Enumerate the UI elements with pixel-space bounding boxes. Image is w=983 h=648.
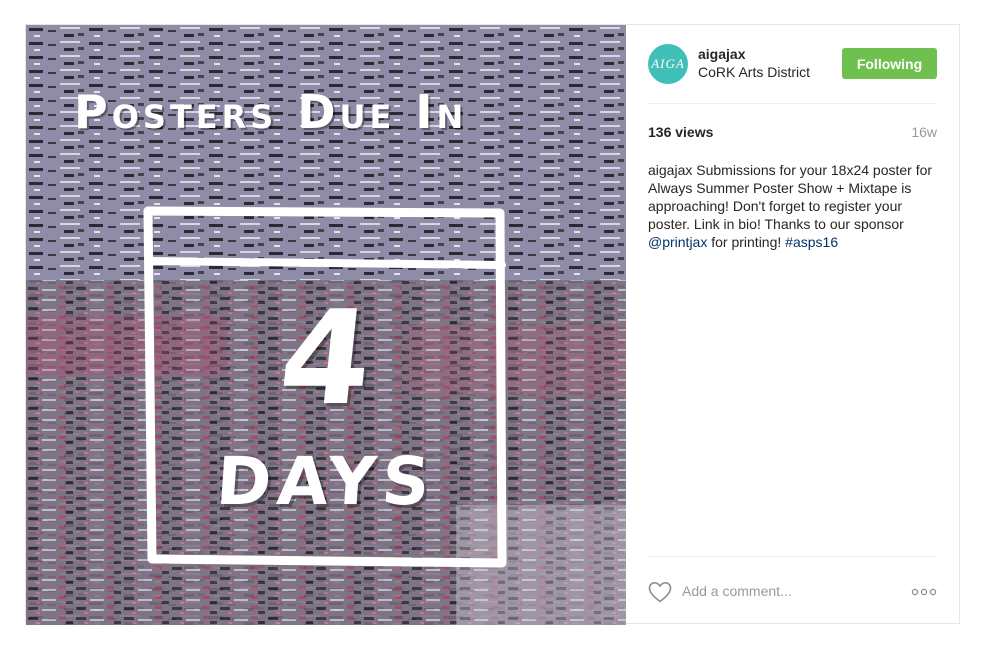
- post-card: Posters Due In 4 DAYS AIGA aigajax CoRK …: [25, 24, 960, 625]
- post-image[interactable]: Posters Due In 4 DAYS: [26, 25, 626, 625]
- avatar[interactable]: AIGA: [648, 44, 688, 84]
- post-sidebar: AIGA aigajax CoRK Arts District Followin…: [626, 25, 959, 623]
- post-stats: 136 views 16w: [648, 124, 937, 144]
- view-count[interactable]: 136 views: [648, 124, 713, 140]
- caption-text-middle: for printing!: [707, 234, 786, 250]
- ellipsis-icon[interactable]: [911, 587, 937, 597]
- location-link[interactable]: CoRK Arts District: [698, 64, 810, 80]
- post-caption: aigajax Submissions for your 18x24 poste…: [648, 161, 940, 251]
- hashtag-link[interactable]: #asps16: [785, 234, 838, 250]
- comment-input[interactable]: [682, 579, 892, 603]
- post-header: AIGA aigajax CoRK Arts District Followin…: [648, 25, 937, 104]
- post-footer: [648, 556, 937, 624]
- mention-link[interactable]: @printjax: [648, 234, 707, 250]
- poster-background: [26, 25, 626, 625]
- username-link[interactable]: aigajax: [698, 46, 745, 62]
- post-age[interactable]: 16w: [911, 124, 937, 140]
- following-button[interactable]: Following: [842, 48, 937, 79]
- heart-outline-icon[interactable]: [648, 581, 672, 603]
- caption-username[interactable]: aigajax: [648, 162, 692, 178]
